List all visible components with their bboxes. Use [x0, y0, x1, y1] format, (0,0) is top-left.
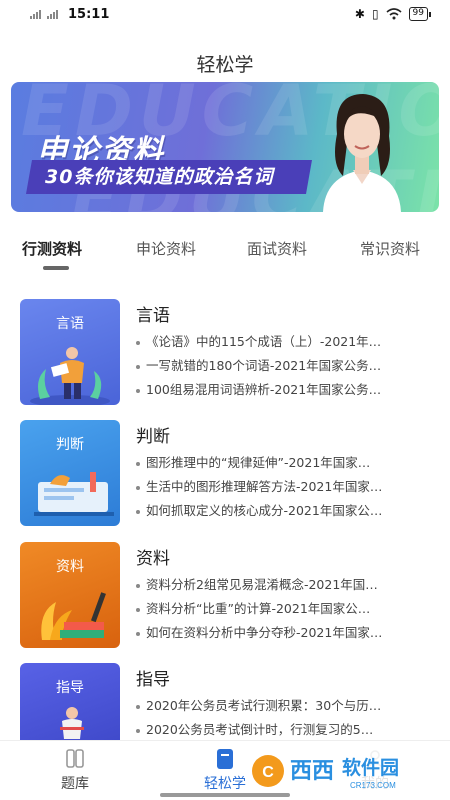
- vibrate-icon: ▯: [371, 7, 379, 21]
- site-logo-watermark: C 西西 软件园 CR173.COM: [246, 750, 438, 792]
- signal-icon: [30, 9, 41, 19]
- books-illustration: [41, 592, 106, 640]
- status-time: 15:11: [68, 6, 110, 22]
- question-bank-icon: [66, 749, 84, 768]
- status-bar: 15:11 ✱ ▯ 99: [0, 0, 450, 28]
- signal-icon-2: [47, 9, 58, 19]
- article-link[interactable]: 生活中的图形推理解答方法-2021年国家…: [136, 476, 430, 495]
- tab-changshi[interactable]: 常识资料: [360, 238, 420, 259]
- card-title: 判断: [136, 427, 170, 447]
- article-link[interactable]: 如何在资料分析中争分夺秒-2021年国家…: [136, 622, 430, 641]
- article-link[interactable]: 图形推理中的“规律延伸”-2021年国家…: [136, 452, 430, 471]
- svg-text:C: C: [262, 764, 274, 781]
- book-icon: [217, 749, 233, 769]
- thumb-label: 言语: [56, 316, 84, 332]
- thumb-panduan[interactable]: 判断: [20, 420, 120, 526]
- card-title: 言语: [136, 306, 170, 326]
- tab-shenlun[interactable]: 申论资料: [136, 238, 196, 259]
- thumb-label: 资料: [56, 559, 84, 575]
- article-link[interactable]: 100组易混用词语辨析-2021年国家公务…: [136, 379, 430, 398]
- thumb-yanyu[interactable]: 言语: [20, 299, 120, 405]
- status-icons: ✱ ▯ 99: [354, 7, 432, 21]
- article-link[interactable]: 《论语》中的115个成语（上）-2021年…: [136, 331, 430, 350]
- thumb-label: 判断: [56, 437, 84, 453]
- page-title: 轻松学: [196, 54, 254, 76]
- thumb-ziliao[interactable]: 资料: [20, 542, 120, 648]
- promo-banner[interactable]: EDUCATIO EDUCATIO 申论资料 30条你该知道的政治名词: [11, 82, 439, 212]
- presenter-photo: [323, 94, 401, 212]
- signal-group: 15:11: [30, 7, 109, 22]
- card-title: 资料: [136, 549, 170, 569]
- svg-text:软件园: 软件园: [342, 756, 399, 779]
- svg-text:CR173.COM: CR173.COM: [350, 781, 396, 790]
- article-link[interactable]: 资料分析2组常见易混淆概念-2021年国…: [136, 574, 430, 593]
- article-link[interactable]: 2020公务员考试倒计时，行测复习的5…: [136, 719, 430, 738]
- desk-illustration: [34, 472, 114, 516]
- card-title: 指导: [136, 670, 170, 690]
- article-link[interactable]: 如何抓取定义的核心成分-2021年国家公…: [136, 500, 430, 519]
- tab-indicator: [43, 266, 69, 270]
- wifi-icon: [386, 8, 402, 20]
- bluetooth-icon: ✱: [354, 7, 365, 21]
- battery-icon: 99: [408, 7, 432, 21]
- tab-xingce[interactable]: 行测资料: [22, 238, 82, 259]
- category-card-yanyu[interactable]: 言语 言语 《论语》中的115个成语（上）-2021年… 一写就错的180个词语…: [20, 299, 430, 405]
- article-link[interactable]: 资料分析“比重”的计算-2021年国家公…: [136, 598, 430, 617]
- reading-person-illustration: [30, 347, 110, 405]
- article-link[interactable]: 一写就错的180个词语-2021年国家公务…: [136, 355, 430, 374]
- tab-mianshi[interactable]: 面试资料: [247, 238, 307, 259]
- svg-text:西西: 西西: [290, 759, 334, 784]
- nav-label: 轻松学: [204, 776, 246, 792]
- nav-question-bank[interactable]: 题库: [30, 747, 120, 793]
- thumb-label: 指导: [56, 680, 84, 696]
- article-link[interactable]: 2020年公务员考试行测积累：30个与历…: [136, 695, 430, 714]
- nav-label: 题库: [61, 776, 89, 792]
- category-card-ziliao[interactable]: 资料 资料 资料分析2组常见易混淆概念-2021年国… 资料分析“比重”的计算-…: [20, 542, 430, 648]
- category-card-panduan[interactable]: 判断 判断 图形推理中的“规律延伸”-2021年国家… 生活中的图形推理解答方法…: [20, 420, 430, 526]
- banner-subtitle: 30条你该知道的政治名词: [45, 166, 274, 188]
